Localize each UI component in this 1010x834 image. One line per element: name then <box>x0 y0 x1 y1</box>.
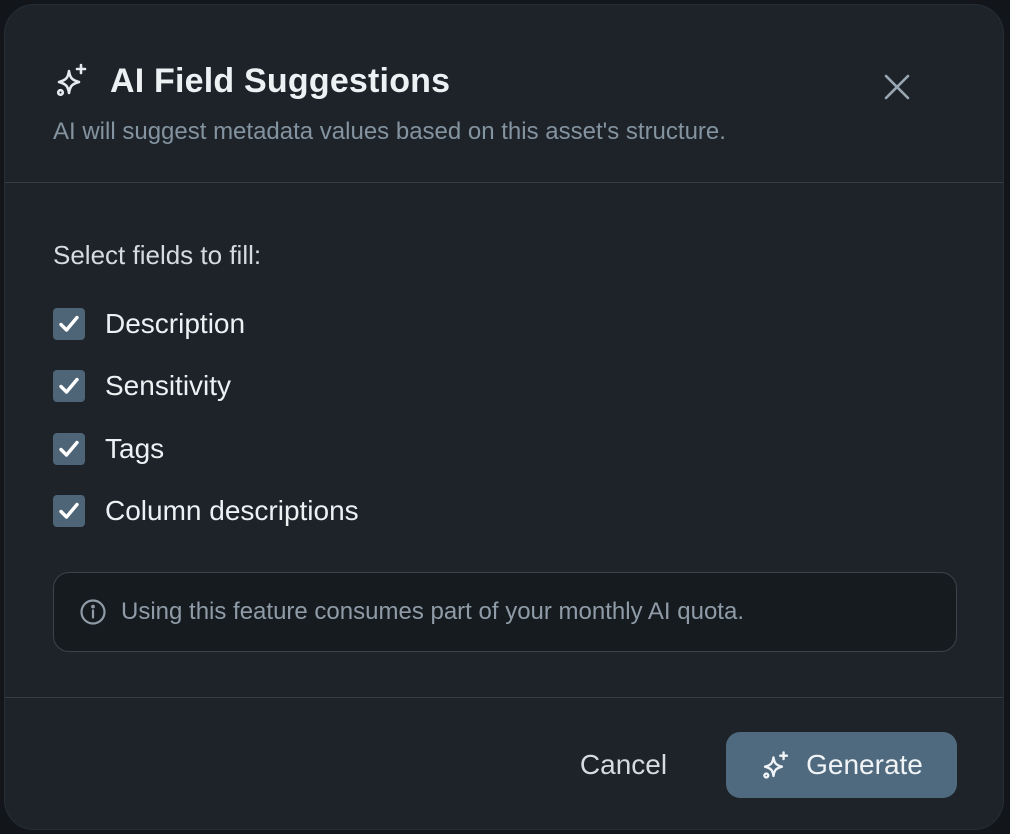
dialog-header: AI Field Suggestions AI will suggest met… <box>5 5 1003 183</box>
tags-checkbox[interactable] <box>53 433 85 465</box>
check-icon <box>59 315 79 332</box>
description-checkbox[interactable] <box>53 308 85 340</box>
quota-info-box: Using this feature consumes part of your… <box>53 572 957 652</box>
dialog-footer: Cancel Generate <box>5 697 1003 829</box>
option-tags[interactable]: Tags <box>53 433 164 465</box>
sparkles-icon <box>763 751 789 779</box>
sparkles-icon <box>56 63 87 97</box>
option-label: Tags <box>105 433 165 464</box>
dialog-subtitle: AI will suggest metadata values based on… <box>53 118 726 145</box>
check-icon <box>59 440 79 457</box>
generate-button[interactable]: Generate <box>726 732 957 798</box>
option-sensitivity[interactable]: Sensitivity <box>53 370 231 402</box>
option-label: Description <box>105 308 246 339</box>
close-button[interactable] <box>877 67 917 107</box>
check-icon <box>59 377 79 394</box>
dialog-title: AI Field Suggestions <box>110 62 451 100</box>
option-description[interactable]: Description <box>53 308 245 340</box>
check-icon <box>59 502 79 519</box>
column-descriptions-checkbox[interactable] <box>53 495 85 527</box>
dialog-body: Select fields to fill: Description Sensi… <box>5 184 1003 697</box>
option-label: Column descriptions <box>105 495 359 526</box>
ai-field-suggestions-dialog: AI Field Suggestions AI will suggest met… <box>4 4 1004 830</box>
cancel-button[interactable]: Cancel <box>561 732 686 798</box>
info-text: Using this feature consumes part of your… <box>121 598 744 625</box>
option-column-descriptions[interactable]: Column descriptions <box>53 495 359 527</box>
fields-label: Select fields to fill: <box>53 240 262 270</box>
sensitivity-checkbox[interactable] <box>53 370 85 402</box>
info-icon <box>80 599 106 625</box>
close-icon <box>884 74 910 100</box>
generate-label: Generate <box>806 749 923 780</box>
option-label: Sensitivity <box>105 370 232 401</box>
